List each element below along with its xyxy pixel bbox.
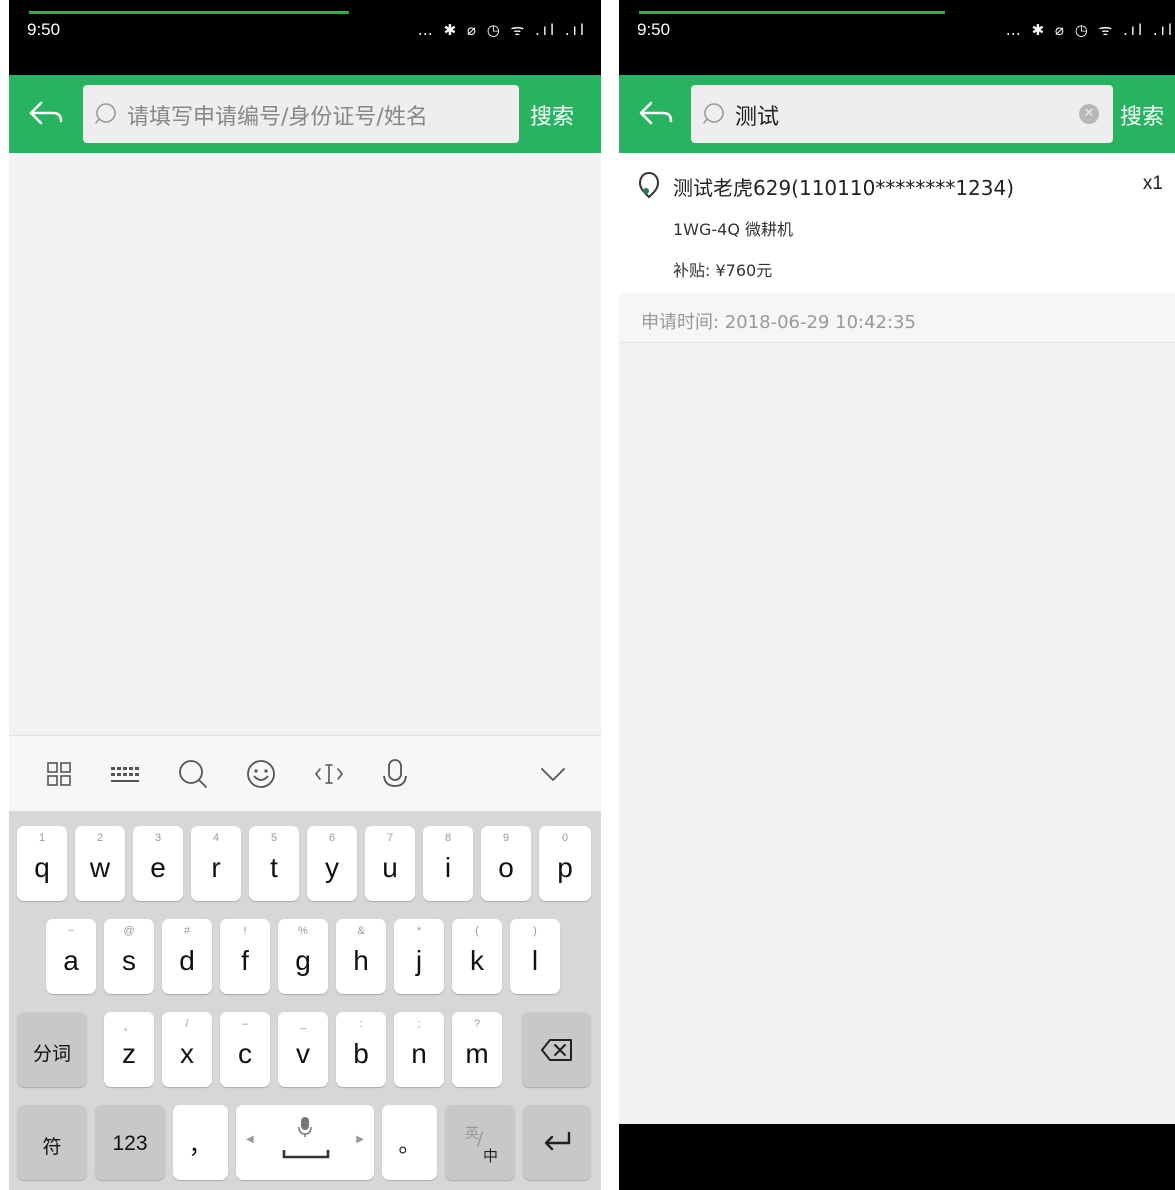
key-numbers[interactable]: 123 (95, 1105, 165, 1180)
clear-search-icon[interactable]: ✕ (1079, 104, 1099, 124)
backspace-icon (541, 1039, 572, 1061)
key-q[interactable]: 1q (17, 826, 67, 901)
soft-keyboard: 1q 2w 3e 4r 5t 6y 7u 8i 9o 0p ~ a @ s # d !… (9, 811, 601, 1190)
key-u[interactable]: 7u (365, 826, 415, 901)
key-o[interactable]: 9o (481, 826, 531, 901)
microphone-icon (298, 1117, 312, 1137)
key-space-voice[interactable]: ◀ ▶ (236, 1105, 374, 1180)
search-icon (95, 103, 116, 124)
key-fenci[interactable]: 分词 (17, 1012, 87, 1087)
apply-time: 申请时间: 2018-06-29 10:42:35 (641, 312, 916, 333)
location-pin-icon (639, 172, 659, 198)
key-d[interactable]: # d (162, 919, 212, 994)
status-bar: 9:50 … ✱ ⌀ ◷ ᯤ .ıl .ıl (9, 0, 601, 75)
back-arrow-icon[interactable] (637, 95, 677, 133)
key-t[interactable]: 5t (249, 826, 299, 901)
key-x[interactable]: / x (162, 1012, 212, 1087)
status-icons: … ✱ ⌀ ◷ ᯤ .ıl .ıl (417, 21, 587, 39)
search-placeholder: 请填写申请编号/身份证号/姓名 (127, 105, 428, 130)
key-backspace[interactable] (522, 1012, 591, 1087)
result-subsidy: 补贴: ¥760元 (673, 261, 773, 280)
voice-input-icon[interactable] (377, 756, 413, 792)
key-w[interactable]: 2w (75, 826, 125, 901)
keyboard-toolbar (9, 735, 601, 811)
status-bar: 9:50 … ✱ ⌀ ◷ ᯤ .ıl .ıl (619, 0, 1175, 75)
search-value: 测试 (735, 105, 780, 130)
cursor-right-arrow-icon: ▶ (356, 1134, 364, 1145)
key-m[interactable]: ? m (452, 1012, 502, 1087)
search-icon (703, 103, 724, 124)
cursor-move-icon[interactable] (311, 756, 347, 792)
key-b[interactable]: :b (336, 1012, 386, 1087)
result-item[interactable]: 测试老虎629(110110********1234) x1 1WG-4Q 微耕… (619, 153, 1175, 293)
page-load-progress (29, 11, 349, 14)
key-l[interactable]: ) l (510, 919, 560, 994)
key-z[interactable]: 、 z (104, 1012, 154, 1087)
key-a[interactable]: ~ a (46, 919, 96, 994)
search-app-bar: 测试 ✕ 搜索 (619, 75, 1175, 153)
status-icons: … ✱ ⌀ ◷ ᯤ .ıl .ıl (1005, 21, 1175, 39)
search-button[interactable]: 搜索 (1120, 99, 1164, 131)
key-comma[interactable]: ， (173, 1105, 228, 1180)
emoji-icon[interactable] (243, 756, 279, 792)
key-c[interactable]: – c (220, 1012, 270, 1087)
key-n[interactable]: ; n (394, 1012, 444, 1087)
back-arrow-icon[interactable] (27, 95, 67, 133)
key-k[interactable]: (k (452, 919, 502, 994)
right-phone-screen: 9:50 … ✱ ⌀ ◷ ᯤ .ıl .ıl 测试 ✕ 搜索 测试老虎629(1… (619, 0, 1175, 1190)
result-model: 1WG-4Q 微耕机 (673, 220, 794, 239)
result-quantity: x1 (1142, 173, 1163, 194)
key-h[interactable]: & h (336, 919, 386, 994)
search-input[interactable]: 请填写申请编号/身份证号/姓名 (83, 85, 519, 143)
result-apply-time-row: 申请时间: 2018-06-29 10:42:35 (619, 293, 1175, 343)
key-e[interactable]: 3e (133, 826, 183, 901)
navigation-bar (619, 1124, 1175, 1190)
status-time: 9:50 (637, 20, 671, 39)
result-title: 测试老虎629(110110********1234) (673, 176, 1015, 200)
keyboard-layout-icon[interactable] (107, 756, 143, 792)
key-j[interactable]: * j (394, 919, 444, 994)
key-enter[interactable] (523, 1105, 591, 1180)
key-symbols[interactable]: 符 (17, 1105, 87, 1180)
page-load-progress (639, 11, 945, 14)
key-v[interactable]: _ v (278, 1012, 328, 1087)
space-bar-icon (282, 1150, 330, 1159)
collapse-keyboard-icon[interactable] (535, 756, 571, 792)
search-button[interactable]: 搜索 (530, 99, 574, 131)
key-g[interactable]: % g (278, 919, 328, 994)
key-r[interactable]: 4r (191, 826, 241, 901)
search-app-bar: 请填写申请编号/身份证号/姓名 搜索 (9, 75, 601, 153)
search-input[interactable]: 测试 ✕ (691, 85, 1113, 143)
key-y[interactable]: 6y (307, 826, 357, 901)
enter-icon (544, 1131, 571, 1151)
grid-menu-icon[interactable] (41, 756, 77, 792)
key-p[interactable]: 0p (539, 826, 591, 901)
status-time: 9:50 (27, 20, 61, 39)
key-language-switch[interactable]: 英 / 中 (445, 1105, 515, 1180)
key-f[interactable]: ! f (220, 919, 270, 994)
key-s[interactable]: @ s (104, 919, 154, 994)
key-i[interactable]: 8i (423, 826, 473, 901)
keyboard-search-icon[interactable] (175, 756, 211, 792)
cursor-left-arrow-icon: ◀ (246, 1134, 254, 1145)
key-period[interactable]: 。 (382, 1105, 437, 1180)
left-phone-screen: 9:50 … ✱ ⌀ ◷ ᯤ .ıl .ıl 请填写申请编号/身份证号/姓名 搜… (9, 0, 601, 1190)
